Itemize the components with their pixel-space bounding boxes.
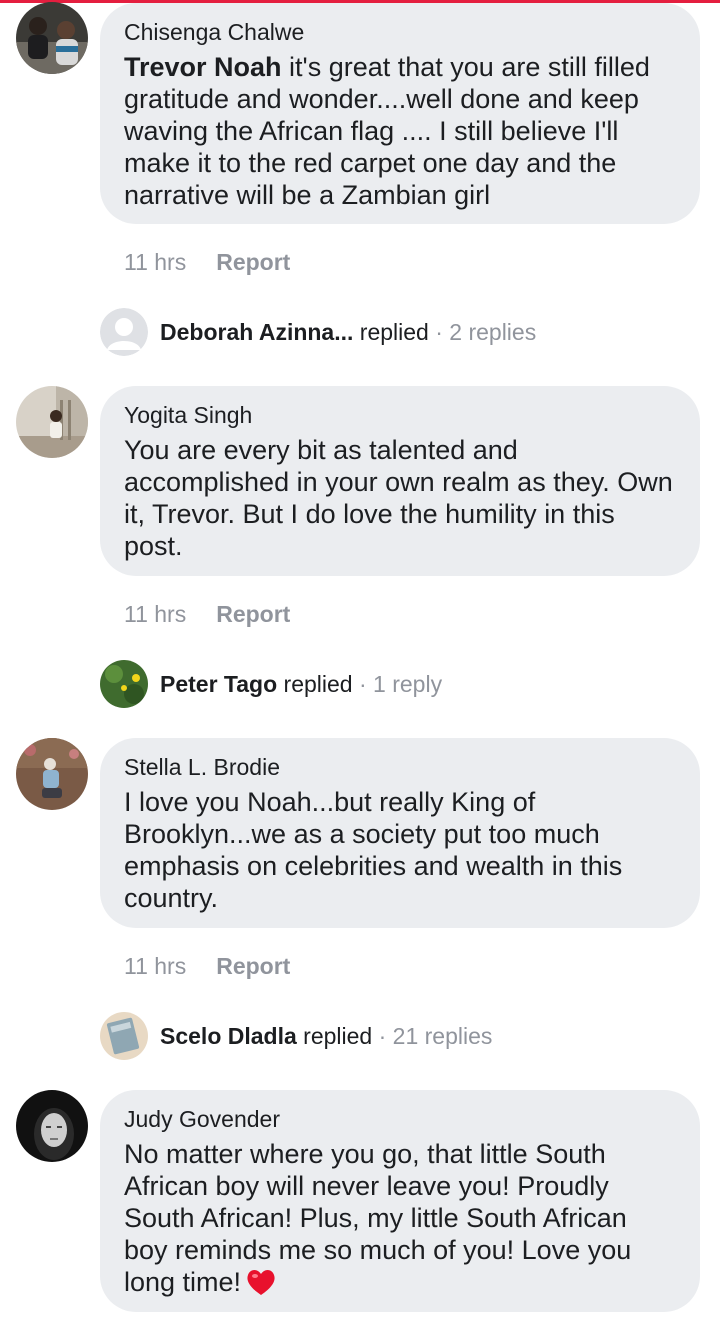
default-profile-icon: [100, 308, 148, 356]
comment-meta: 11 hrs Report: [124, 950, 290, 982]
comment-timestamp[interactable]: 11 hrs: [124, 249, 186, 275]
reply-verb: replied: [277, 671, 353, 697]
reply-author[interactable]: Scelo Dladla: [160, 1023, 297, 1049]
comment-author[interactable]: Judy Govender: [124, 1104, 676, 1134]
profile-photo-icon: [16, 738, 88, 810]
comment-bubble: Judy Govender No matter where you go, th…: [100, 1090, 700, 1312]
reply-verb: replied: [353, 319, 429, 345]
profile-photo-icon: [100, 1012, 148, 1060]
avatar-chisenga-chalwe[interactable]: [16, 2, 88, 74]
comment-bubble: Chisenga Chalwe Trevor Noah it's great t…: [100, 3, 700, 224]
comment-author[interactable]: Stella L. Brodie: [124, 752, 676, 782]
reply-avatar: [100, 1012, 148, 1060]
avatar-stella-brodie[interactable]: [16, 738, 88, 810]
profile-photo-icon: [100, 660, 148, 708]
avatar-yogita-singh[interactable]: [16, 386, 88, 458]
reply-count[interactable]: · 21 replies: [372, 1023, 493, 1049]
comment-bubble: Yogita Singh You are every bit as talent…: [100, 386, 700, 576]
comment-author[interactable]: Yogita Singh: [124, 400, 676, 430]
mention-link[interactable]: Trevor Noah: [124, 52, 282, 82]
comment-text: Trevor Noah it's great that you are stil…: [124, 51, 676, 211]
comment-bubble: Stella L. Brodie I love you Noah...but r…: [100, 738, 700, 928]
avatar-judy-govender[interactable]: [16, 1090, 88, 1162]
reply-count[interactable]: · 2 replies: [429, 319, 536, 345]
comment-text: No matter where you go, that little Sout…: [124, 1138, 676, 1298]
report-button[interactable]: Report: [216, 601, 290, 627]
report-button[interactable]: Report: [216, 953, 290, 979]
comment-author[interactable]: Chisenga Chalwe: [124, 17, 676, 47]
comment-text: You are every bit as talented and accomp…: [124, 435, 673, 561]
heart-emoji-icon: [245, 1267, 277, 1297]
reply-author[interactable]: Deborah Azinna...: [160, 319, 353, 345]
reply-verb: replied: [296, 1023, 373, 1049]
replies-summary-text: Deborah Azinna... replied · 2 replies: [160, 308, 536, 356]
profile-photo-icon: [16, 2, 88, 74]
replies-summary-text: Scelo Dladla replied · 21 replies: [160, 1012, 492, 1060]
reply-author[interactable]: Peter Tago: [160, 671, 277, 697]
comment-timestamp[interactable]: 11 hrs: [124, 953, 186, 979]
profile-photo-icon: [16, 386, 88, 458]
comment-meta: 11 hrs Report: [124, 598, 290, 630]
comment-text: I love you Noah...but really King of Bro…: [124, 787, 623, 913]
comment-meta: 11 hrs Report: [124, 246, 290, 278]
comment-timestamp[interactable]: 11 hrs: [124, 601, 186, 627]
report-button[interactable]: Report: [216, 249, 290, 275]
comment-body: No matter where you go, that little Sout…: [124, 1139, 632, 1297]
profile-photo-icon: [16, 1090, 88, 1162]
reply-avatar: [100, 308, 148, 356]
reply-avatar: [100, 660, 148, 708]
replies-summary-text: Peter Tago replied · 1 reply: [160, 660, 442, 708]
reply-count[interactable]: · 1 reply: [353, 671, 442, 697]
